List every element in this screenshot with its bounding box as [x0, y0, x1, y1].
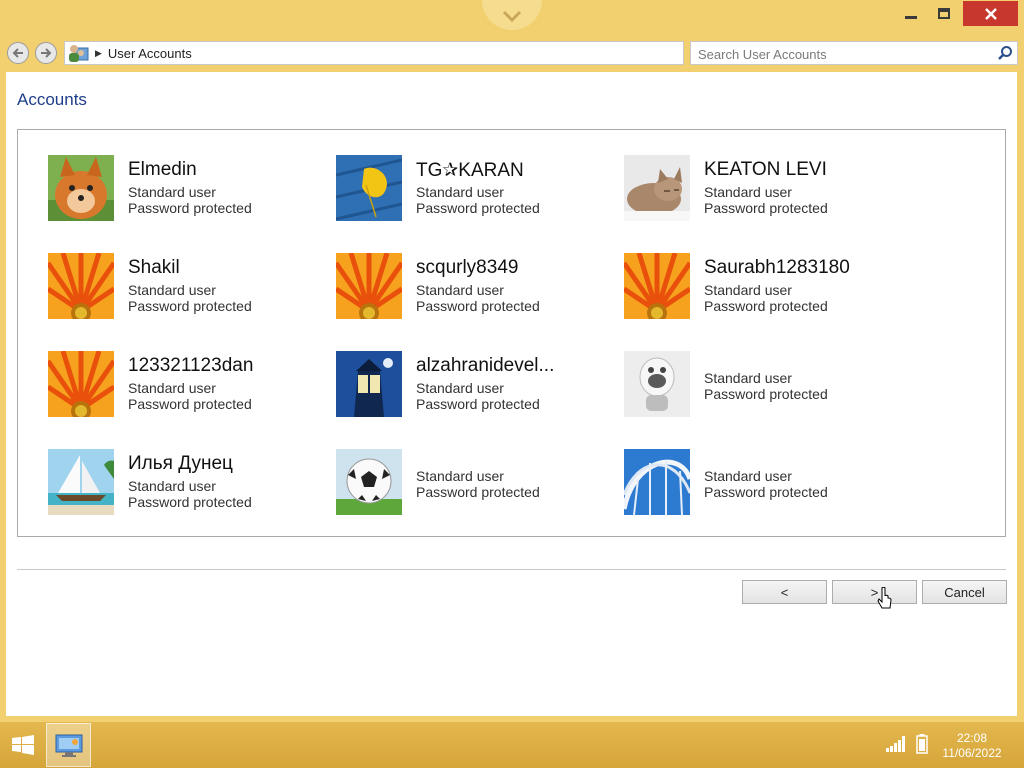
accounts-grid: Elmedin Standard user Password protected…	[17, 129, 1006, 537]
windows-start-icon[interactable]	[12, 735, 34, 755]
account-type: Standard user	[704, 282, 792, 298]
robot-avatar-icon	[624, 351, 690, 417]
window-frame: ▶ User Accounts Accounts Elmedin Standar	[0, 0, 1024, 722]
next-button[interactable]: >	[832, 580, 917, 604]
account-status: Password protected	[128, 298, 252, 314]
system-clock[interactable]: 22:08 11/06/2022	[934, 731, 1010, 761]
account-tile[interactable]: Saurabh1283180 Standard user Password pr…	[624, 253, 904, 319]
title-bar	[0, 0, 1024, 36]
breadcrumb-separator-icon: ▶	[95, 47, 102, 58]
dog-avatar-icon	[48, 155, 114, 221]
arrow-left-icon	[12, 48, 23, 58]
page-heading: Accounts	[17, 90, 87, 109]
account-tile[interactable]: Standard user Password protected	[336, 449, 616, 515]
account-status: Password protected	[704, 386, 828, 402]
close-button[interactable]	[963, 1, 1018, 26]
address-bar[interactable]: ▶ User Accounts	[64, 41, 684, 65]
account-tile[interactable]: KEATON LEVI Standard user Password prote…	[624, 155, 904, 221]
account-tile[interactable]: alzahranidevel... Standard user Password…	[336, 351, 616, 417]
taskbar-control-panel-button[interactable]	[46, 723, 91, 767]
roller-coaster-avatar-icon	[624, 449, 690, 515]
account-status: Password protected	[416, 298, 540, 314]
account-tile[interactable]: Elmedin Standard user Password protected	[48, 155, 328, 221]
kitten-avatar-icon	[624, 155, 690, 221]
previous-button[interactable]: <	[742, 580, 827, 604]
account-type: Standard user	[704, 468, 792, 484]
account-tile[interactable]: TG✰KARAN Standard user Password protecte…	[336, 155, 616, 221]
account-type: Standard user	[128, 380, 216, 396]
search-box	[690, 41, 1018, 65]
account-name: TG✰KARAN	[416, 160, 524, 181]
sailboat-avatar-icon	[48, 449, 114, 515]
flower-avatar-icon	[48, 351, 114, 417]
close-icon	[984, 7, 997, 20]
leaf-avatar-icon	[336, 155, 402, 221]
taskbar: 22:08 11/06/2022	[0, 722, 1024, 768]
account-tile[interactable]: Илья Дунец Standard user Password protec…	[48, 449, 328, 515]
account-status: Password protected	[128, 396, 252, 412]
flower-avatar-icon	[336, 253, 402, 319]
account-name: 123321123dan	[128, 355, 254, 376]
mouse-cursor-icon	[877, 587, 892, 609]
account-tile[interactable]: Standard user Password protected	[624, 351, 904, 417]
account-name: Elmedin	[128, 159, 197, 180]
account-name: Saurabh1283180	[704, 257, 850, 278]
clock-date: 11/06/2022	[942, 746, 1002, 760]
battery-icon[interactable]	[916, 734, 928, 754]
account-name: Shakil	[128, 257, 180, 278]
account-status: Password protected	[128, 200, 252, 216]
account-name: Илья Дунец	[128, 453, 233, 474]
minimize-button[interactable]	[896, 1, 926, 26]
divider	[17, 569, 1006, 570]
content-pane: Accounts Elmedin Standard user Password …	[6, 72, 1017, 716]
clock-time: 22:08	[956, 731, 988, 745]
lighthouse-avatar-icon	[336, 351, 402, 417]
account-status: Password protected	[704, 200, 828, 216]
account-name: KEATON LEVI	[704, 159, 827, 180]
account-tile[interactable]: 123321123dan Standard user Password prot…	[48, 351, 328, 417]
account-status: Password protected	[704, 484, 828, 500]
navigation-bar: ▶ User Accounts	[0, 38, 1024, 70]
account-name: scqurly8349	[416, 257, 519, 278]
expand-chevron-button[interactable]	[482, 0, 542, 30]
account-type: Standard user	[128, 282, 216, 298]
minimize-icon	[905, 15, 917, 19]
account-tile[interactable]: scqurly8349 Standard user Password prote…	[336, 253, 616, 319]
account-type: Standard user	[416, 468, 504, 484]
maximize-button[interactable]	[929, 1, 959, 26]
soccer-ball-avatar-icon	[336, 449, 402, 515]
user-accounts-icon	[69, 45, 89, 62]
search-input[interactable]	[696, 43, 990, 65]
account-type: Standard user	[128, 184, 216, 200]
chevron-down-icon	[502, 10, 522, 22]
account-tile[interactable]: Shakil Standard user Password protected	[48, 253, 328, 319]
network-signal-icon[interactable]	[886, 736, 908, 752]
account-type: Standard user	[128, 478, 216, 494]
account-type: Standard user	[416, 282, 504, 298]
flower-avatar-icon	[48, 253, 114, 319]
forward-button[interactable]	[35, 42, 57, 64]
flower-avatar-icon	[624, 253, 690, 319]
control-panel-icon	[55, 734, 82, 757]
account-status: Password protected	[416, 396, 540, 412]
account-status: Password protected	[416, 484, 540, 500]
account-name: alzahranidevel...	[416, 355, 555, 376]
account-type: Standard user	[704, 370, 792, 386]
account-status: Password protected	[704, 298, 828, 314]
maximize-icon	[938, 8, 950, 19]
account-status: Password protected	[128, 494, 252, 510]
account-type: Standard user	[416, 380, 504, 396]
account-tile[interactable]: Standard user Password protected	[624, 449, 904, 515]
cancel-button[interactable]: Cancel	[922, 580, 1007, 604]
arrow-right-icon	[41, 48, 52, 58]
account-type: Standard user	[416, 184, 504, 200]
account-type: Standard user	[704, 184, 792, 200]
back-button[interactable]	[7, 42, 29, 64]
breadcrumb-user-accounts[interactable]: User Accounts	[108, 46, 192, 61]
search-icon[interactable]	[997, 45, 1013, 61]
account-status: Password protected	[416, 200, 540, 216]
